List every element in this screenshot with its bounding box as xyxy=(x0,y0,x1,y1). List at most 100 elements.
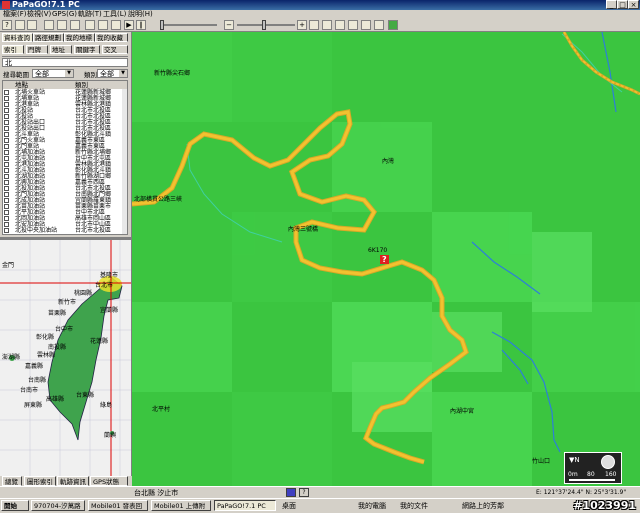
poi-type-icon xyxy=(4,162,9,167)
poi-type-icon xyxy=(4,156,9,161)
zoom-slider[interactable] xyxy=(237,24,295,26)
tab-house-number[interactable]: 門牌 xyxy=(26,45,48,54)
bottom-tabs: 總覽 圖形索引 軌跡資訊 GPS狀態 xyxy=(0,476,131,486)
save-icon[interactable] xyxy=(44,20,54,30)
map-label: 內灣三號橋 xyxy=(288,226,319,233)
rotate-icon[interactable] xyxy=(322,20,332,30)
minimap-label: 台南市 xyxy=(20,387,39,394)
measure-icon[interactable] xyxy=(348,20,358,30)
taskbar-item[interactable]: 970704-汐萬路 xyxy=(31,500,85,511)
copy-icon[interactable] xyxy=(70,20,80,30)
tab-route-plan[interactable]: 路徑規劃 xyxy=(33,33,64,42)
menu-track[interactable]: 軌跡(T) xyxy=(78,10,102,19)
search-range-select[interactable]: 全部 ▼ xyxy=(32,69,74,78)
map-icon[interactable] xyxy=(388,20,398,30)
open-icon[interactable] xyxy=(27,20,37,30)
tab-index[interactable]: 索引 xyxy=(2,45,24,54)
taskbar-item[interactable]: Mobile01 發表回 xyxy=(88,500,148,511)
search-input[interactable]: 北 xyxy=(2,58,128,67)
scale-label: 160 xyxy=(605,471,617,478)
clock-icon[interactable] xyxy=(361,20,371,30)
menu-file[interactable]: 檔案(F) xyxy=(3,10,27,19)
minimap-label: 澎湖縣 xyxy=(2,354,21,361)
minimap-label: 基隆市 xyxy=(100,272,119,279)
tab-gps-status[interactable]: GPS狀態 xyxy=(90,476,128,486)
window-title: PaPaGO!7.1 PC xyxy=(12,0,80,9)
column-header-category[interactable]: 類別 xyxy=(75,81,88,89)
taskbar-item-active[interactable]: PaPaGO!7.1 PC xyxy=(214,500,276,511)
zoom-out-icon[interactable]: − xyxy=(224,20,234,30)
minimap-label: 台中市 xyxy=(55,326,74,333)
search-range-value: 全部 xyxy=(35,70,49,78)
minimap-label: 苗栗縣 xyxy=(48,310,67,317)
category-select[interactable]: 全部 ▼ xyxy=(97,69,128,78)
tray-my-computer[interactable]: 我的電腦 xyxy=(358,499,386,513)
pause-icon[interactable]: ∥ xyxy=(136,20,146,30)
poi-type-icon xyxy=(4,222,9,227)
menu-help[interactable]: 說明(H) xyxy=(128,10,153,19)
menu-tools[interactable]: 工具(L) xyxy=(103,10,126,19)
poi-type-icon xyxy=(4,144,9,149)
poi-type-icon xyxy=(4,150,9,155)
new-icon[interactable] xyxy=(15,20,25,30)
track-slider[interactable] xyxy=(162,24,217,26)
tray-my-documents[interactable]: 我的文件 xyxy=(400,499,428,513)
status-gps-icon[interactable] xyxy=(286,488,296,497)
zoom-slider-thumb[interactable] xyxy=(262,20,266,30)
zoom-fit-icon[interactable] xyxy=(309,20,319,30)
tab-address[interactable]: 地址 xyxy=(50,45,72,54)
compass-icon[interactable] xyxy=(601,455,615,469)
tab-cross[interactable]: 交叉 xyxy=(102,45,128,54)
maximize-button[interactable]: □ xyxy=(617,0,628,9)
play-icon[interactable]: ▶ xyxy=(124,20,134,30)
taskbar-item[interactable]: Mobile01 上傳附 xyxy=(151,500,211,511)
print-icon[interactable] xyxy=(57,20,67,30)
poi-type-icon xyxy=(4,138,9,143)
poi-type-icon xyxy=(4,198,9,203)
close-button[interactable]: × xyxy=(628,0,639,9)
tab-my-favorites[interactable]: 我的收藏 xyxy=(95,33,128,42)
overview-map[interactable]: 台北市 桃園縣 新竹市 苗栗縣 台中市 彰化縣 南投縣 雲林縣 嘉義縣 台南縣 … xyxy=(0,240,131,476)
minimap-label: 金門 xyxy=(2,262,15,269)
help-icon[interactable]: ? xyxy=(2,20,12,30)
menu-view[interactable]: 檢視(V) xyxy=(27,10,51,19)
tab-graphic-index[interactable]: 圖形索引 xyxy=(24,476,56,486)
minimap-label: 高雄縣 xyxy=(46,396,65,403)
start-button[interactable]: 開始 xyxy=(1,500,29,511)
search-icon[interactable] xyxy=(374,20,384,30)
tab-my-landmarks[interactable]: 我的地標 xyxy=(64,33,95,42)
poi-type-icon xyxy=(4,204,9,209)
layer-icon[interactable] xyxy=(98,20,108,30)
minimize-button[interactable]: _ xyxy=(606,0,617,9)
poi-type-icon xyxy=(4,228,9,233)
tray-network[interactable]: 網路上的芳鄰 xyxy=(462,499,504,513)
scale-label: 80 xyxy=(587,471,595,478)
poi-type-icon xyxy=(4,90,9,95)
minimap-label: 花蓮縣 xyxy=(90,338,109,345)
table-row[interactable]: 北投中央加油站 台北市北投區 xyxy=(3,228,123,234)
main-map[interactable]: ? 北部橫貫公路三峽 內灣三號橋 6K170 內湖中宮 竹山口 新竹縣尖石鄉 北… xyxy=(132,32,640,486)
status-help-icon[interactable]: ? xyxy=(299,488,309,497)
poi-type-icon xyxy=(4,216,9,221)
poi-type-icon xyxy=(4,132,9,137)
tab-data-query[interactable]: 資料查詢 xyxy=(2,33,33,42)
watermark-text: #1023991 xyxy=(573,499,636,512)
menu-bar: 檔案(F) 檢視(V) GPS(G) 軌跡(T) 工具(L) 說明(H) xyxy=(0,10,640,19)
tab-overview[interactable]: 總覽 xyxy=(2,476,22,486)
back-icon[interactable] xyxy=(85,20,95,30)
list-scrollbar[interactable] xyxy=(122,89,127,234)
tab-keyword[interactable]: 關鍵字 xyxy=(74,45,100,54)
poi-list[interactable]: 地點 類別 北埔火車站 花蓮縣新城鄉 北埔車站 花蓮縣新城鄉 北港車站 雲林縣北港鎮 北投站… xyxy=(2,80,128,235)
scale-compass-widget: ▼N 0m 80 160 xyxy=(564,452,622,484)
gps-icon[interactable] xyxy=(111,20,121,30)
tab-track-info[interactable]: 軌跡資訊 xyxy=(57,476,89,486)
poi-type-icon xyxy=(4,102,9,107)
poi-type-icon xyxy=(4,192,9,197)
poi-type-icon xyxy=(4,186,9,191)
tray-desktop[interactable]: 桌面 xyxy=(282,499,296,513)
menu-gps[interactable]: GPS(G) xyxy=(52,10,77,19)
column-header-name[interactable]: 地點 xyxy=(15,81,28,89)
zoom-in-icon[interactable]: + xyxy=(297,20,307,30)
track-slider-thumb[interactable] xyxy=(160,20,164,30)
hand-icon[interactable] xyxy=(335,20,345,30)
